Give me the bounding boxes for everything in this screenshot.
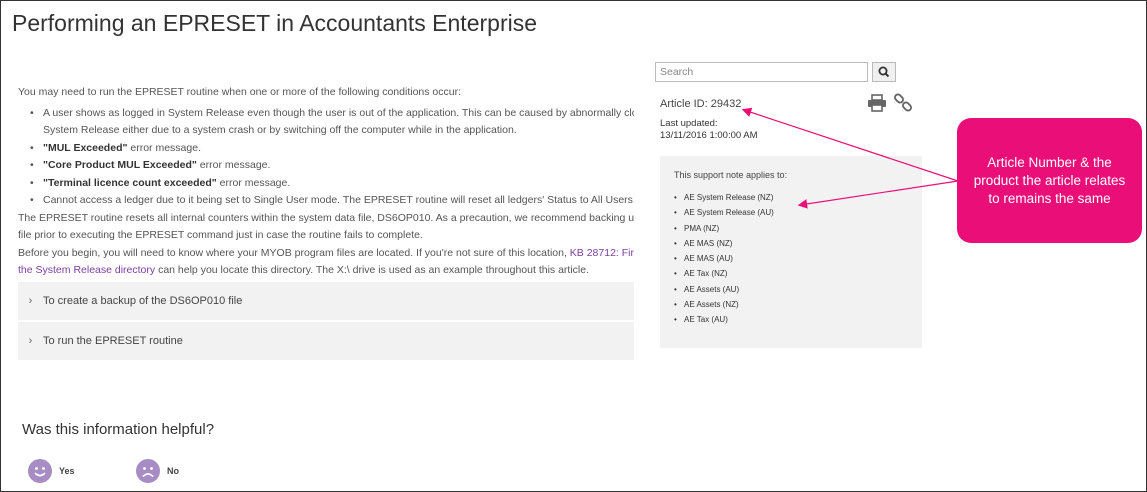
para-epreset-line1: The EPRESET routine resets all internal … — [18, 211, 634, 224]
condition-item: Cannot access a ledger due to it being s… — [30, 192, 634, 210]
condition-item: "Terminal licence count exceeded" error … — [30, 175, 634, 193]
applies-to-item: PMA (NZ) — [674, 221, 922, 237]
printer-icon[interactable] — [867, 94, 887, 112]
no-button[interactable]: No — [136, 459, 179, 483]
conditions-list: A user shows as logged in System Release… — [30, 105, 634, 210]
accordion-backup[interactable]: › To create a backup of the DS6OP010 fil… — [18, 282, 634, 320]
no-label: No — [167, 466, 179, 476]
kb-link-continued[interactable]: the System Release directory — [18, 264, 155, 276]
smiley-face-icon — [28, 459, 52, 483]
applies-to-item: AE Tax (NZ) — [674, 266, 922, 282]
applies-to-item: AE System Release (AU) — [674, 205, 922, 221]
applies-to-item: AE Assets (NZ) — [674, 297, 922, 313]
search-button[interactable] — [872, 62, 896, 82]
accordion-label: To create a backup of the DS6OP010 file — [43, 295, 243, 307]
search-input[interactable] — [655, 62, 868, 82]
applies-to-item: AE MAS (NZ) — [674, 236, 922, 252]
accordion-run-epreset[interactable]: › To run the EPRESET routine — [18, 322, 634, 360]
callout-text: Article Number & the product the article… — [973, 154, 1126, 206]
annotation-callout: Article Number & the product the article… — [957, 118, 1142, 243]
condition-item: "MUL Exceeded" error message. — [30, 140, 634, 158]
article-body: You may need to run the EPRESET routine … — [18, 84, 634, 280]
magnifier-icon — [878, 66, 890, 78]
applies-to-item: AE Assets (AU) — [674, 282, 922, 298]
applies-to-panel: This support note applies to: AE System … — [660, 156, 922, 348]
para-before-line2: the System Release directory can help yo… — [18, 264, 589, 276]
applies-to-item: AE Tax (AU) — [674, 312, 922, 328]
yes-button[interactable]: Yes — [28, 459, 75, 483]
last-updated-label: Last updated: — [660, 118, 718, 129]
applies-to-item: AE MAS (AU) — [674, 251, 922, 267]
chain-link-icon[interactable] — [893, 93, 913, 113]
para-before-line1: Before you begin, you will need to know … — [18, 245, 634, 263]
article-id: Article ID: 29432 — [660, 98, 742, 110]
feedback-title: Was this information helpful? — [22, 421, 215, 438]
chevron-right-icon: › — [28, 295, 33, 307]
page-title: Performing an EPRESET in Accountants Ent… — [12, 10, 538, 36]
condition-item-continued: System Release either due to a system cr… — [43, 124, 517, 136]
para-epreset-line2: file prior to executing the EPRESET comm… — [18, 229, 423, 241]
intro-text: You may need to run the EPRESET routine … — [18, 86, 462, 98]
applies-to-item: AE System Release (NZ) — [674, 190, 922, 206]
last-updated-value: 13/11/2016 1:00:00 AM — [660, 130, 758, 141]
condition-item: A user shows as logged in System Release… — [30, 105, 634, 123]
chevron-right-icon: › — [28, 335, 33, 347]
kb-link[interactable]: KB 28712: Finding — [570, 247, 634, 259]
frowny-face-icon — [136, 459, 160, 483]
yes-label: Yes — [59, 466, 75, 476]
applies-to-title: This support note applies to: — [674, 170, 788, 180]
accordion-label: To run the EPRESET routine — [43, 335, 183, 347]
condition-item: "Core Product MUL Exceeded" error messag… — [30, 157, 634, 175]
applies-to-list: AE System Release (NZ) AE System Release… — [674, 190, 922, 328]
